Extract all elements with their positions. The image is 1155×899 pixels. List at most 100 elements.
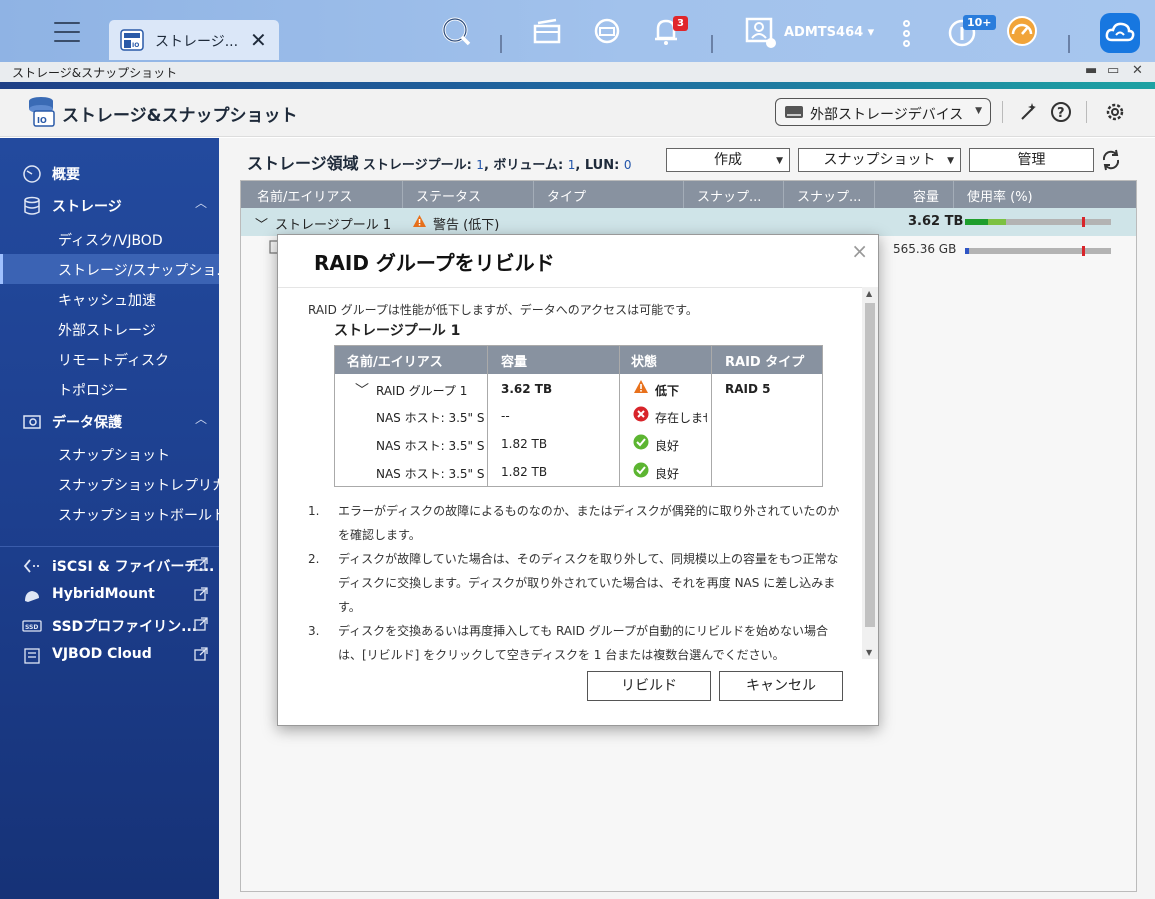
pool-status: 警告 (低下) bbox=[433, 218, 500, 233]
external-drive-icon bbox=[785, 106, 803, 118]
user-icon[interactable] bbox=[743, 14, 777, 48]
username-menu[interactable]: ADMTS464 ▾ bbox=[784, 25, 874, 40]
sidebar-subitem-disks[interactable]: ディスク/VJBOD bbox=[0, 224, 219, 254]
window-title-bar: ストレージ&スナップショット ▬ ▭ ✕ bbox=[0, 62, 1155, 82]
column-header[interactable]: スナップ... bbox=[797, 186, 861, 205]
scrollbar-thumb[interactable] bbox=[865, 303, 875, 627]
rebuild-raid-dialog: RAID グループをリビルド × RAID グループは性能が低下しますが、データ… bbox=[277, 234, 879, 726]
sidebar-item-data-protection[interactable]: データ保護 ︿ bbox=[0, 406, 219, 436]
chevron-up-icon[interactable]: ︿ bbox=[195, 410, 207, 427]
dialog-intro: RAID グループは性能が低下しますが、データへのアクセスは可能です。 bbox=[308, 303, 698, 317]
header-divider bbox=[1086, 101, 1087, 123]
warning-icon bbox=[634, 380, 648, 393]
toolbar-divider bbox=[1068, 35, 1070, 53]
sidebar-subitem-external[interactable]: 外部ストレージ bbox=[0, 314, 219, 344]
snapshot-button[interactable]: スナップショット ▼ bbox=[798, 148, 961, 172]
create-button[interactable]: 作成 ▼ bbox=[666, 148, 790, 172]
caret-down-icon: ▼ bbox=[947, 156, 954, 166]
external-link-icon bbox=[194, 617, 208, 631]
column-separator bbox=[402, 181, 403, 208]
pool-name: ストレージプール 1 bbox=[275, 218, 392, 233]
sidebar-item-ssd-profiling[interactable]: SSD SSDプロファイリン... bbox=[0, 610, 219, 640]
sidebar-subitem-cache[interactable]: キャッシュ加速 bbox=[0, 284, 219, 314]
table-row[interactable]: ﹀ ストレージプール 1 警告 (低下) 3.62 TB bbox=[241, 208, 1136, 236]
column-header[interactable]: 容量 bbox=[913, 186, 939, 205]
dashboard-gauge-icon[interactable] bbox=[1005, 14, 1039, 48]
raid-group-type: RAID 5 bbox=[725, 382, 771, 396]
qnap-cloud-button[interactable] bbox=[1100, 13, 1140, 53]
refresh-icon[interactable] bbox=[1100, 148, 1122, 172]
help-icon[interactable]: ? bbox=[1050, 101, 1072, 123]
sync-icon[interactable] bbox=[590, 14, 624, 48]
toolbar-divider bbox=[500, 35, 502, 53]
sidebar-item-vjbod-cloud[interactable]: VJBOD Cloud bbox=[0, 640, 219, 670]
background-tasks-icon[interactable] bbox=[530, 14, 564, 48]
column-header[interactable]: 名前/エイリアス bbox=[257, 186, 352, 205]
svg-text:?: ? bbox=[1057, 106, 1065, 121]
sidebar-divider bbox=[0, 546, 219, 547]
raid-group-table: 名前/エイリアス 容量 状態 RAID タイプ ﹀ RAID グループ 1 3.… bbox=[334, 345, 823, 487]
column-header[interactable]: 使用率 (%) bbox=[967, 186, 1033, 205]
search-icon[interactable] bbox=[439, 14, 473, 48]
warning-icon bbox=[413, 215, 426, 227]
pool-usage-bar bbox=[965, 217, 1111, 227]
check-ok-icon bbox=[633, 462, 649, 478]
scroll-down-icon[interactable]: ▼ bbox=[866, 648, 872, 657]
column-header[interactable]: タイプ bbox=[547, 186, 586, 205]
pool-capacity: 3.62 TB bbox=[908, 214, 964, 229]
step-number: 3. bbox=[308, 624, 320, 638]
username-label: ADMTS464 bbox=[784, 25, 864, 40]
column-separator bbox=[619, 346, 620, 486]
step-text: ディスクを交換あるいは再度挿入しても RAID グループが自動的にリビルドを始め… bbox=[338, 624, 828, 662]
usage-used-segment bbox=[965, 248, 970, 254]
diagnostics-wand-icon[interactable] bbox=[1018, 101, 1040, 123]
app-tab-storage[interactable]: IO ストレージ... ✕ bbox=[109, 20, 279, 60]
close-tab-icon[interactable]: ✕ bbox=[250, 28, 267, 52]
main-menu-icon[interactable] bbox=[54, 22, 80, 44]
raid-group-status: 低下 bbox=[655, 384, 680, 398]
expand-chevron-icon[interactable]: ﹀ bbox=[255, 214, 268, 233]
usage-reserved-segment bbox=[988, 219, 1006, 225]
dialog-scrollbar[interactable]: ▲ ▼ bbox=[862, 287, 878, 659]
column-separator bbox=[487, 346, 488, 486]
sidebar-subitem-snapshot-vault[interactable]: スナップショットボールト bbox=[0, 499, 226, 529]
close-window-button[interactable]: ✕ bbox=[1132, 63, 1143, 78]
storage-app-icon: IO bbox=[29, 97, 55, 127]
chevron-down-icon: ▼ bbox=[975, 106, 982, 116]
sidebar-item-storage[interactable]: ストレージ ︿ bbox=[0, 190, 219, 220]
gear-icon[interactable] bbox=[1103, 100, 1127, 124]
sidebar-label: ディスク/VJBOD bbox=[58, 233, 163, 249]
sidebar-label: iSCSI & ファイバーチ... bbox=[52, 559, 215, 575]
column-header[interactable]: スナップ... bbox=[697, 186, 761, 205]
column-header[interactable]: ステータス bbox=[416, 186, 481, 205]
ssd-icon: SSD bbox=[22, 620, 42, 632]
chevron-up-icon[interactable]: ︿ bbox=[195, 194, 207, 211]
close-icon[interactable]: × bbox=[851, 239, 868, 263]
sidebar-subitem-topology[interactable]: トポロジー bbox=[0, 374, 219, 404]
gauge-icon bbox=[23, 165, 41, 183]
app-title: ストレージ&スナップショット bbox=[62, 106, 298, 126]
sidebar-item-overview[interactable]: 概要 bbox=[0, 158, 219, 188]
column-separator bbox=[711, 346, 712, 486]
sidebar-subitem-snapshots[interactable]: スナップショット bbox=[0, 439, 219, 469]
chevron-down-icon[interactable]: ﹀ bbox=[355, 380, 369, 400]
sidebar-subitem-storage-snapshots[interactable]: ストレージ/スナップショ... bbox=[0, 254, 230, 284]
scroll-up-icon[interactable]: ▲ bbox=[866, 289, 872, 298]
rebuild-button[interactable]: リビルド bbox=[587, 671, 711, 701]
maximize-button[interactable]: ▭ bbox=[1107, 63, 1119, 78]
sidebar-item-hybridmount[interactable]: HybridMount bbox=[0, 580, 219, 610]
external-link-icon bbox=[194, 557, 208, 571]
minimize-button[interactable]: ▬ bbox=[1085, 63, 1097, 78]
cancel-button[interactable]: キャンセル bbox=[719, 671, 843, 701]
manage-button[interactable]: 管理 bbox=[969, 148, 1094, 172]
sidebar-label: スナップショット bbox=[58, 448, 170, 464]
threshold-marker bbox=[1081, 217, 1085, 227]
sidebar-label: VJBOD Cloud bbox=[52, 646, 152, 662]
more-options-icon[interactable] bbox=[903, 20, 911, 50]
safe-icon bbox=[23, 415, 41, 429]
external-storage-dropdown[interactable]: 外部ストレージデバイス ▼ bbox=[775, 98, 991, 126]
dialog-pool-name: ストレージプール 1 bbox=[334, 323, 461, 339]
sidebar-item-iscsi[interactable]: iSCSI & ファイバーチ... bbox=[0, 550, 219, 580]
sidebar-subitem-remote-disk[interactable]: リモートディスク bbox=[0, 344, 219, 374]
sidebar-subitem-snapshot-replica[interactable]: スナップショットレプリカ bbox=[0, 469, 226, 499]
